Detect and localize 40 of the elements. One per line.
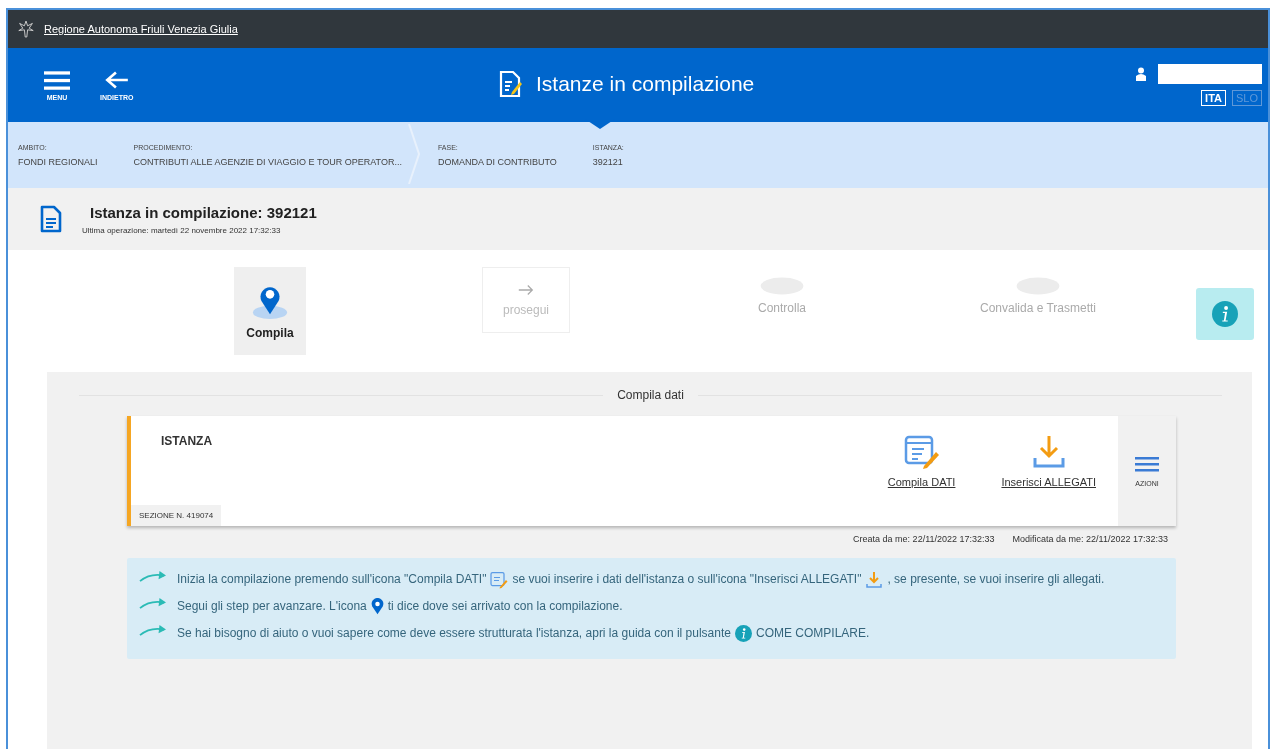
step-tab[interactable]: Compila	[234, 267, 306, 355]
location-pin-icon	[370, 598, 384, 616]
modified-text: Modificata da me: 22/11/2022 17:32:33	[1012, 534, 1168, 544]
tip-text: ti dice dove sei arrivato con la compilazione.	[387, 599, 623, 613]
menu-icon	[1134, 455, 1160, 472]
last-operation-text: Ultima operazione: martedì 22 novembre 2022 17:32:33	[82, 225, 282, 235]
download-icon	[865, 570, 884, 589]
site-name-link[interactable]: Regione Autonoma Friuli Venezia Giulia	[44, 23, 238, 35]
language-button[interactable]: ITA	[1201, 90, 1226, 106]
instance-title: Istanza in compilazione: 392121	[90, 203, 317, 221]
tip-text: se vuoi inserire i dati dell'istanza o sull'icona "Inserisci ALLEGATI"	[512, 572, 862, 586]
breadcrumb-value: 392121	[592, 156, 624, 167]
edit-form-icon	[903, 434, 940, 470]
info-icon	[734, 625, 752, 643]
breadcrumb-value: DOMANDA DI CONTRIBUTO	[437, 156, 557, 167]
document-icon	[40, 205, 62, 233]
tip-text: Se hai bisogno di aiuto o vuoi sapere come deve essere strutturata l'istanza, apri la guida con il pulsante	[177, 626, 731, 640]
breadcrumb-value: FONDI REGIONALI	[18, 156, 98, 167]
section-title: Compila dati	[617, 388, 684, 402]
arrow-icon	[139, 570, 167, 583]
section-number-tag: SEZIONE N. 419074	[131, 505, 222, 526]
arrow-right-icon	[517, 283, 535, 297]
document-edit-icon	[498, 70, 522, 98]
upload-attachments-link[interactable]: Inserisci ALLEGATI	[1001, 434, 1096, 490]
arrow-icon	[139, 597, 167, 610]
card-title: ISTANZA	[160, 433, 213, 448]
tip-text: Inizia la compilazione premendo sull'icona "Compila DATI"	[177, 572, 487, 586]
compile-data-link[interactable]: Compila DATI	[887, 434, 956, 490]
tip-text: COME COMPILARE.	[755, 626, 870, 640]
page-title: Istanze in compilazione	[536, 72, 755, 96]
edit-form-icon	[490, 570, 509, 589]
user-icon	[1136, 67, 1146, 81]
tip-text: , se presente, se vuoi inserire gli allegati.	[887, 572, 1105, 586]
breadcrumb-value: CONTRIBUTI ALLE AGENZIE DI VIAGGIO E TOUR OPERATOR...	[133, 156, 402, 167]
info-button[interactable]	[1196, 288, 1254, 340]
arrow-icon	[139, 624, 167, 637]
created-text: Creata da me: 22/11/2022 17:32:33	[853, 534, 995, 544]
tip-text: Segui gli step per avanzare. L'icona	[177, 599, 367, 613]
chevron-icon	[407, 123, 420, 184]
info-icon	[1212, 301, 1238, 327]
